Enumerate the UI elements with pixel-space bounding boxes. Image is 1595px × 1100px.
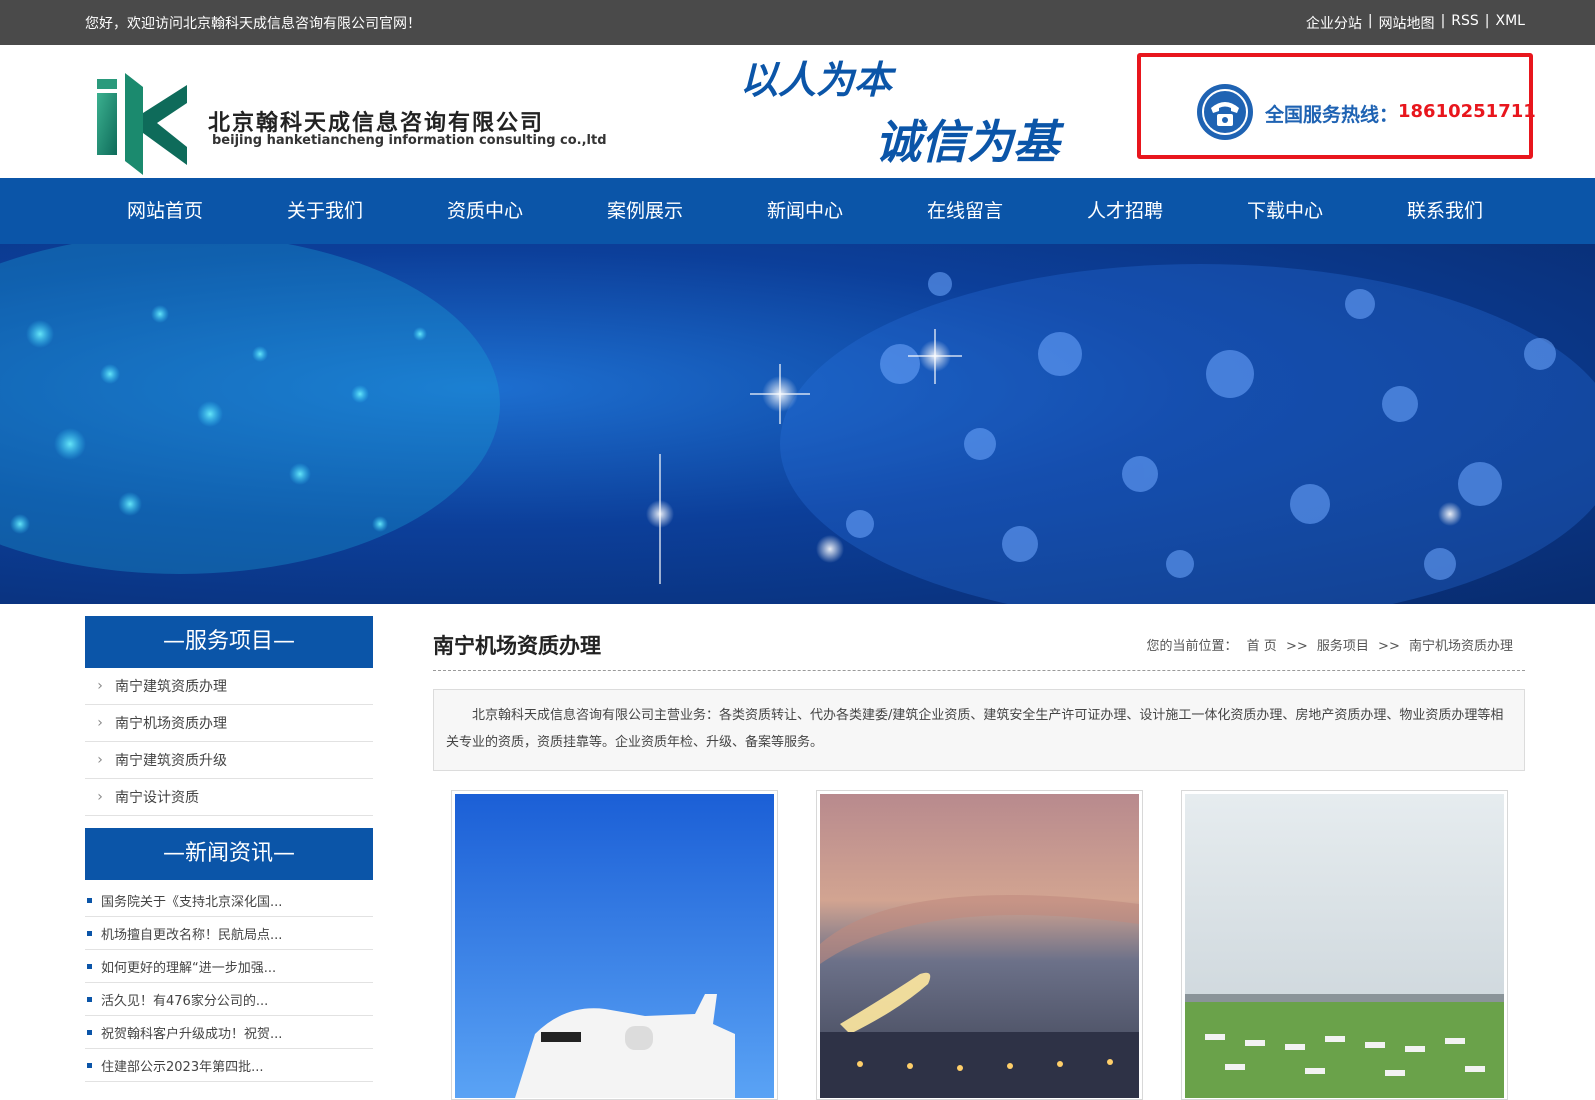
gallery-image-runway[interactable] [816, 790, 1143, 1100]
welcome-text: 您好，欢迎访问北京翰科天成信息咨询有限公司官网！ [85, 16, 421, 32]
news-item-label: 活久见！有476家分公司的... [101, 993, 269, 1009]
chevron-right-icon: › [97, 715, 103, 731]
sidebar: —服务项目— › 南宁建筑资质办理 › 南宁机场资质办理 › 南宁建筑资质升级 › 南宁… [85, 616, 373, 1082]
airfield-image [1185, 794, 1504, 1098]
image-gallery [451, 790, 1508, 1100]
service-item[interactable]: › 南宁建筑资质升级 [85, 742, 373, 779]
chevron-right-icon: › [97, 752, 103, 768]
news-item[interactable]: 机场擅自更改名称！民航局点... [85, 917, 373, 950]
hero-banner [0, 244, 1595, 604]
service-item-label: 南宁建筑资质办理 [115, 679, 227, 695]
chevron-right-icon: › [97, 678, 103, 694]
nav-item-home[interactable]: 网站首页 [85, 178, 245, 244]
nav-item-cases[interactable]: 案例展示 [565, 178, 725, 244]
services-list: › 南宁建筑资质办理 › 南宁机场资质办理 › 南宁建筑资质升级 › 南宁设计资质 [85, 668, 373, 816]
company-english-name: beijing hanketiancheng information consu… [212, 133, 607, 148]
news-list: 国务院关于《支持北京深化国... 机场擅自更改名称！民航局点... 如何更好的理… [85, 884, 373, 1082]
news-item[interactable]: 祝贺翰科客户升级成功！祝贺... [85, 1016, 373, 1049]
news-item-label: 国务院关于《支持北京深化国... [101, 894, 283, 910]
telephone-icon [1197, 84, 1253, 140]
chevron-right-icon: › [97, 789, 103, 805]
company-logo[interactable] [95, 73, 195, 175]
services-title: —服务项目— [85, 616, 373, 668]
slogan-calligraphy: 以人为本 诚信为基 [740, 57, 1065, 169]
service-item-label: 南宁建筑资质升级 [115, 753, 227, 769]
news-item-label: 祝贺翰科客户升级成功！祝贺... [101, 1026, 283, 1042]
bullet-icon [87, 1062, 92, 1068]
bullet-icon [87, 897, 92, 903]
breadcrumb-label: 您的当前位置： [1146, 639, 1238, 654]
nav-item-jobs[interactable]: 人才招聘 [1045, 178, 1205, 244]
main-nav: 网站首页 关于我们 资质中心 案例展示 新闻中心 在线留言 人才招聘 下载中心 … [0, 178, 1595, 244]
bullet-icon [87, 1029, 92, 1035]
service-item[interactable]: › 南宁机场资质办理 [85, 705, 373, 742]
main-header: 南宁机场资质办理 您的当前位置： 首 页 >> 服务项目 >> 南宁机场资质办理 [433, 616, 1525, 671]
main-content: 南宁机场资质办理 您的当前位置： 首 页 >> 服务项目 >> 南宁机场资质办理… [433, 616, 1525, 1100]
bullet-icon [87, 930, 92, 936]
service-item[interactable]: › 南宁建筑资质办理 [85, 668, 373, 705]
news-item-label: 机场擅自更改名称！民航局点... [101, 927, 283, 943]
breadcrumb: 您的当前位置： 首 页 >> 服务项目 >> 南宁机场资质办理 [1142, 635, 1513, 654]
bullet-icon [87, 963, 92, 969]
gallery-image-jet[interactable] [451, 790, 778, 1100]
link-separator: | [1367, 13, 1373, 29]
news-title: —新闻资讯— [85, 828, 373, 880]
link-branches[interactable]: 企业分站 [1306, 13, 1362, 33]
service-item-label: 南宁机场资质办理 [115, 716, 227, 732]
link-separator: | [1440, 13, 1446, 29]
nav-item-downloads[interactable]: 下载中心 [1205, 178, 1365, 244]
hotline-box: 全国服务热线： 18610251711 [1137, 53, 1536, 159]
banner-image [0, 244, 1595, 604]
page-title: 南宁机场资质办理 [433, 634, 601, 658]
link-xml[interactable]: XML [1496, 13, 1525, 33]
news-item[interactable]: 住建部公示2023年第四批... [85, 1049, 373, 1082]
hotline-number[interactable]: 18610251711 [1398, 101, 1536, 122]
top-bar: 您好，欢迎访问北京翰科天成信息咨询有限公司官网！ 企业分站 | 网站地图 | R… [0, 0, 1595, 45]
link-sitemap[interactable]: 网站地图 [1379, 13, 1435, 33]
link-rss[interactable]: RSS [1451, 13, 1479, 33]
nav-item-news[interactable]: 新闻中心 [725, 178, 885, 244]
nav-item-contact[interactable]: 联系我们 [1365, 178, 1525, 244]
news-item-label: 如何更好的理解“进一步加强... [101, 960, 277, 976]
breadcrumb-home[interactable]: 首 页 [1242, 639, 1277, 654]
gallery-image-airfield[interactable] [1181, 790, 1508, 1100]
breadcrumb-current[interactable]: 南宁机场资质办理 [1404, 639, 1513, 654]
breadcrumb-services[interactable]: 服务项目 [1312, 639, 1369, 654]
nav-item-qualifications[interactable]: 资质中心 [405, 178, 565, 244]
news-item[interactable]: 如何更好的理解“进一步加强... [85, 950, 373, 983]
news-item-label: 住建部公示2023年第四批... [101, 1059, 264, 1075]
hotline-label: 全国服务热线： [1265, 104, 1399, 126]
jet-image [455, 794, 774, 1098]
slogan-line1: 以人为本 [740, 57, 897, 102]
news-item[interactable]: 国务院关于《支持北京深化国... [85, 884, 373, 917]
slogan-line2: 诚信为基 [875, 115, 1065, 169]
site-header: 北京翰科天成信息咨询有限公司 beijing hanketiancheng in… [0, 45, 1595, 178]
bullet-icon [87, 996, 92, 1002]
news-item[interactable]: 活久见！有476家分公司的... [85, 983, 373, 1016]
link-separator: | [1484, 13, 1490, 29]
runway-image [820, 794, 1139, 1098]
service-item-label: 南宁设计资质 [115, 790, 199, 806]
breadcrumb-separator: >> [1285, 639, 1308, 654]
service-item[interactable]: › 南宁设计资质 [85, 779, 373, 816]
nav-item-message[interactable]: 在线留言 [885, 178, 1045, 244]
breadcrumb-separator: >> [1378, 639, 1400, 654]
top-links: 企业分站 | 网站地图 | RSS | XML [1306, 13, 1525, 33]
intro-text: 北京翰科天成信息咨询有限公司主营业务：各类资质转让、代办各类建委/建筑企业资质、… [433, 689, 1525, 771]
nav-item-about[interactable]: 关于我们 [245, 178, 405, 244]
